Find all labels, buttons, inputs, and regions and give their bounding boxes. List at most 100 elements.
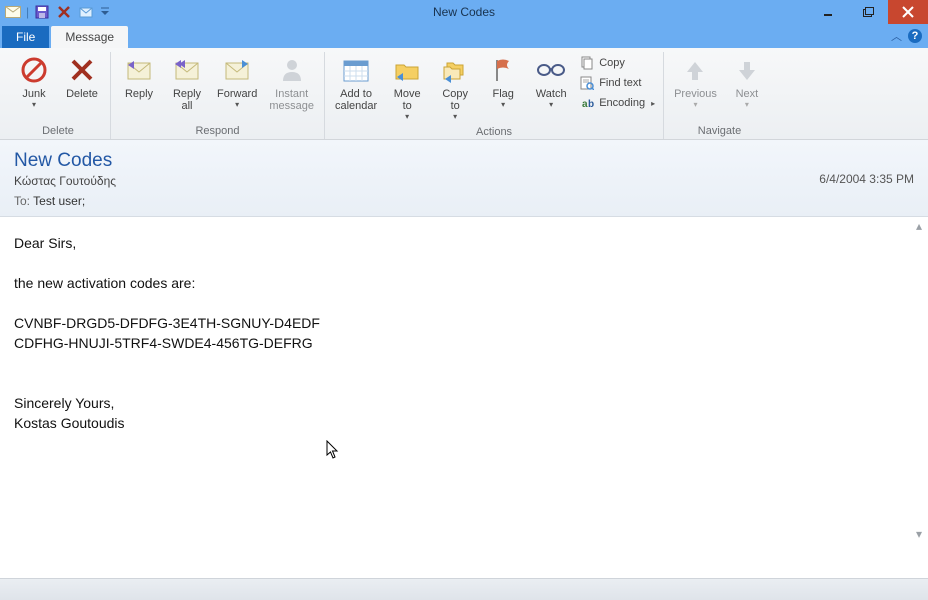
chevron-right-icon: ▸ <box>651 99 655 108</box>
body-line: Dear Sirs, <box>14 233 914 253</box>
body-line: Sincerely Yours, <box>14 393 914 413</box>
forward-button[interactable]: Forward ▾ <box>213 52 261 112</box>
delete-x-icon[interactable] <box>55 3 73 21</box>
next-label: Next <box>736 88 759 100</box>
instant-message-button[interactable]: Instant message <box>265 52 318 114</box>
delete-icon <box>66 54 98 86</box>
person-icon <box>276 54 308 86</box>
find-text-label: Find text <box>599 77 641 89</box>
glasses-icon <box>535 54 567 86</box>
message-from: Κώστας Γουτούδης <box>14 174 914 188</box>
previous-button[interactable]: Previous ▾ <box>670 52 721 112</box>
chevron-down-icon: ▾ <box>32 100 36 110</box>
group-navigate: Previous ▾ Next ▾ Navigate <box>664 52 775 139</box>
message-to-row: To: Test user; <box>14 194 914 208</box>
next-button[interactable]: Next ▾ <box>725 52 769 112</box>
flag-button[interactable]: Flag ▾ <box>481 52 525 112</box>
tab-message[interactable]: Message <box>51 26 128 48</box>
maximize-button[interactable] <box>848 0 888 24</box>
reply-label: Reply <box>125 88 153 100</box>
to-label: To: <box>14 194 30 208</box>
group-respond: Reply Reply all Forward ▾ Instant messa <box>111 52 325 139</box>
collapse-ribbon-icon[interactable]: ︿ <box>891 28 902 44</box>
calendar-icon <box>340 54 372 86</box>
flag-icon <box>487 54 519 86</box>
reply-all-label: Reply all <box>173 88 201 112</box>
window-controls <box>808 0 928 24</box>
chevron-down-icon: ▾ <box>549 100 553 110</box>
forward-label: Forward <box>217 88 257 100</box>
chevron-down-icon: ▾ <box>693 100 697 110</box>
instant-message-label: Instant message <box>269 88 314 112</box>
save-icon[interactable] <box>33 3 51 21</box>
forward-icon <box>221 54 253 86</box>
body-line: CDFHG-HNUJI-5TRF4-SWDE4-456TG-DEFRG <box>14 333 914 353</box>
chevron-down-icon: ▾ <box>235 100 239 110</box>
chevron-down-icon: ▾ <box>745 100 749 110</box>
copy-button[interactable]: Copy <box>577 54 657 72</box>
tabs-right-controls: ︿ ? <box>891 28 922 44</box>
help-icon[interactable]: ? <box>908 29 922 43</box>
encoding-icon: ab <box>579 95 595 111</box>
add-to-calendar-label: Add to calendar <box>335 88 377 112</box>
previous-label: Previous <box>674 88 717 100</box>
mail-reply-icon[interactable] <box>77 3 95 21</box>
reply-icon <box>123 54 155 86</box>
body-line: CVNBF-DRGD5-DFDFG-3E4TH-SGNUY-D4EDF <box>14 313 914 333</box>
folder-move-icon <box>391 54 423 86</box>
qat-dropdown-icon[interactable] <box>99 3 111 21</box>
copy-to-button[interactable]: Copy to ▾ <box>433 52 477 124</box>
arrow-up-icon <box>679 54 711 86</box>
group-delete: Junk ▾ Delete Delete <box>6 52 111 139</box>
find-text-icon <box>579 75 595 91</box>
add-to-calendar-button[interactable]: Add to calendar <box>331 52 381 114</box>
find-text-button[interactable]: Find text <box>577 74 657 92</box>
tabs-row: File Message ︿ ? <box>0 24 928 48</box>
flag-label: Flag <box>492 88 513 100</box>
group-actions-label: Actions <box>476 124 512 140</box>
chevron-down-icon: ▾ <box>501 100 505 110</box>
group-actions: Add to calendar Move to ▾ Copy to ▾ <box>325 52 664 139</box>
arrow-down-icon <box>731 54 763 86</box>
envelope-icon[interactable] <box>4 3 22 21</box>
ribbon: Junk ▾ Delete Delete Reply <box>0 48 928 140</box>
move-to-button[interactable]: Move to ▾ <box>385 52 429 124</box>
message-date: 6/4/2004 3:35 PM <box>819 172 914 186</box>
reply-button[interactable]: Reply <box>117 52 161 102</box>
encoding-label: Encoding <box>599 97 645 109</box>
copy-to-label: Copy to <box>442 88 468 112</box>
junk-button[interactable]: Junk ▾ <box>12 52 56 112</box>
to-value: Test user; <box>33 194 85 208</box>
move-to-label: Move to <box>394 88 421 112</box>
window-title: New Codes <box>0 5 928 19</box>
tab-file[interactable]: File <box>2 26 49 48</box>
group-navigate-label: Navigate <box>698 123 741 139</box>
delete-label: Delete <box>66 88 98 100</box>
close-button[interactable] <box>888 0 928 24</box>
watch-button[interactable]: Watch ▾ <box>529 52 573 112</box>
separator: | <box>26 5 29 19</box>
junk-icon <box>18 54 50 86</box>
message-body[interactable]: ▴ Dear Sirs, the new activation codes ar… <box>0 217 928 571</box>
reply-all-button[interactable]: Reply all <box>165 52 209 114</box>
body-line: the new activation codes are: <box>14 273 914 293</box>
delete-button[interactable]: Delete <box>60 52 104 102</box>
junk-label: Junk <box>22 88 45 100</box>
watch-label: Watch <box>536 88 567 100</box>
minimize-button[interactable] <box>808 0 848 24</box>
svg-text:b: b <box>588 99 594 110</box>
folder-copy-icon <box>439 54 471 86</box>
chevron-down-icon: ▾ <box>453 112 457 122</box>
actions-mini-stack: Copy Find text ab Encoding ▸ <box>577 52 657 112</box>
quick-access-toolbar: | <box>0 3 111 21</box>
copy-label: Copy <box>599 57 625 69</box>
status-bar <box>0 578 928 600</box>
group-respond-label: Respond <box>195 123 239 139</box>
encoding-button[interactable]: ab Encoding ▸ <box>577 94 657 112</box>
chevron-down-icon: ▾ <box>405 112 409 122</box>
group-delete-label: Delete <box>42 123 74 139</box>
reply-all-icon <box>171 54 203 86</box>
scroll-up-icon[interactable]: ▴ <box>912 219 926 233</box>
scroll-down-icon[interactable]: ▾ <box>912 527 926 541</box>
body-line: Kostas Goutoudis <box>14 413 914 433</box>
